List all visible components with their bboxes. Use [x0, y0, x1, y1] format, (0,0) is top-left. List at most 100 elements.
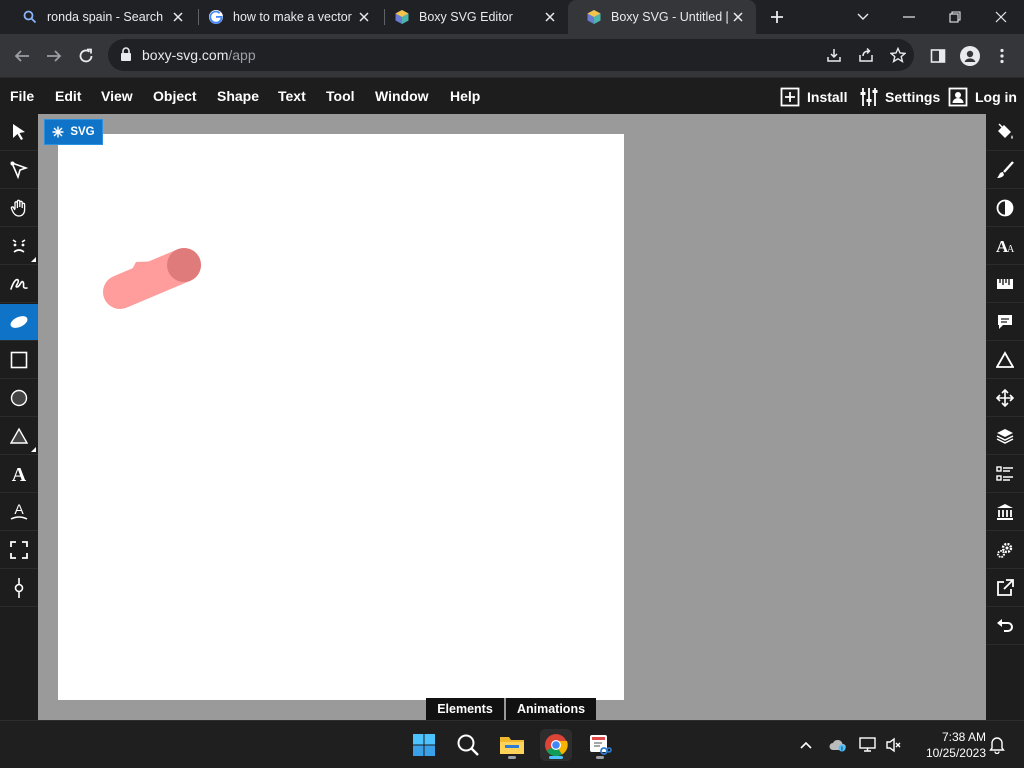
- panel-defs[interactable]: [986, 532, 1024, 569]
- panel-fill[interactable]: [986, 114, 1024, 151]
- install-app-icon[interactable]: [824, 45, 844, 65]
- forward-button[interactable]: [40, 42, 68, 70]
- panel-stroke[interactable]: [986, 152, 1024, 189]
- menu-view[interactable]: View: [101, 88, 133, 104]
- panel-export[interactable]: [986, 570, 1024, 607]
- tool-text[interactable]: A: [0, 456, 38, 493]
- panel-transform[interactable]: [986, 380, 1024, 417]
- snipping-tool-button[interactable]: [584, 729, 616, 761]
- chevron-up-icon: [800, 741, 812, 749]
- menu-file[interactable]: File: [10, 88, 34, 104]
- crop-icon: [10, 541, 28, 559]
- minimize-button[interactable]: [886, 0, 932, 34]
- close-icon[interactable]: [728, 7, 748, 27]
- reload-button[interactable]: [72, 42, 100, 70]
- address-bar[interactable]: boxy-svg.com/app: [108, 39, 914, 71]
- settings-button[interactable]: Settings: [860, 78, 940, 115]
- close-window-button[interactable]: [978, 0, 1024, 34]
- snipping-tool-icon: [590, 735, 612, 755]
- google-icon: [208, 9, 224, 25]
- close-icon[interactable]: [168, 7, 188, 27]
- arrow-right-icon: [47, 50, 62, 62]
- chevron-down-icon: [857, 13, 869, 20]
- login-button[interactable]: Log in: [948, 78, 1017, 115]
- running-indicator: [596, 756, 604, 759]
- edit-arrow-icon: [10, 161, 28, 179]
- typography-icon: AA: [996, 237, 1015, 255]
- search-icon: [457, 734, 479, 756]
- library-icon: [997, 504, 1013, 520]
- svg-text:A: A: [14, 502, 24, 517]
- tool-circle[interactable]: [0, 380, 38, 417]
- profile-button[interactable]: [956, 42, 984, 70]
- taskbar-search-button[interactable]: [452, 729, 484, 761]
- chrome-taskbar-button[interactable]: [540, 729, 572, 761]
- left-toolbar: A A: [0, 114, 38, 720]
- restore-button[interactable]: [932, 0, 978, 34]
- onedrive-tray-icon[interactable]: i: [829, 736, 847, 754]
- tool-pan[interactable]: [0, 190, 38, 227]
- browser-menu-button[interactable]: [988, 42, 1016, 70]
- start-button[interactable]: [408, 729, 440, 761]
- panel-geometry[interactable]: [986, 266, 1024, 303]
- install-button[interactable]: Install: [780, 78, 847, 115]
- menu-help[interactable]: Help: [450, 88, 480, 104]
- tab-elements[interactable]: Elements: [426, 698, 504, 720]
- artboard-badge[interactable]: SVG: [44, 119, 103, 145]
- panel-shape[interactable]: [986, 342, 1024, 379]
- display-tray-icon[interactable]: [859, 736, 877, 754]
- panel-history[interactable]: [986, 608, 1024, 645]
- volume-tray-icon[interactable]: [885, 736, 903, 754]
- panel-library[interactable]: [986, 494, 1024, 531]
- panel-comments[interactable]: [986, 304, 1024, 341]
- star-icon[interactable]: [888, 45, 908, 65]
- canvas-workspace[interactable]: SVG Elements Animations: [38, 114, 986, 720]
- menu-text[interactable]: Text: [278, 88, 306, 104]
- tab-search-button[interactable]: [840, 0, 886, 34]
- tool-rectangle[interactable]: [0, 342, 38, 379]
- tool-edit[interactable]: [0, 152, 38, 189]
- browser-tab-search[interactable]: ronda spain - Search: [4, 0, 196, 34]
- tool-ellipse-brush[interactable]: [0, 304, 38, 341]
- browser-tab-boxy-untitled[interactable]: Boxy SVG - Untitled [Ed: [568, 0, 756, 34]
- menu-shape[interactable]: Shape: [217, 88, 259, 104]
- menu-tool[interactable]: Tool: [326, 88, 355, 104]
- back-button[interactable]: [8, 42, 36, 70]
- tool-selection[interactable]: [0, 114, 38, 151]
- speaker-muted-icon: [886, 737, 901, 753]
- side-panel-button[interactable]: [924, 42, 952, 70]
- tool-freehand[interactable]: [0, 266, 38, 303]
- panel-typography[interactable]: AA: [986, 228, 1024, 265]
- browser-tab-boxy-editor[interactable]: Boxy SVG Editor: [376, 0, 568, 34]
- kebab-menu-icon: [1000, 48, 1004, 64]
- undo-icon: [997, 619, 1013, 632]
- drawing-canvas[interactable]: [58, 134, 624, 700]
- tab-animations[interactable]: Animations: [506, 698, 596, 720]
- tool-text-path[interactable]: A: [0, 494, 38, 531]
- system-clock[interactable]: 7:38 AM 10/25/2023: [916, 729, 986, 761]
- menu-edit[interactable]: Edit: [55, 88, 81, 104]
- close-icon[interactable]: [540, 7, 560, 27]
- tool-gradient[interactable]: [0, 570, 38, 607]
- lock-icon[interactable]: [120, 47, 132, 66]
- monitor-icon: [859, 737, 876, 752]
- tool-crop[interactable]: [0, 532, 38, 569]
- browser-tab-google[interactable]: how to make a vector i: [190, 0, 382, 34]
- menu-window[interactable]: Window: [375, 88, 429, 104]
- contrast-icon: [996, 199, 1014, 217]
- panel-layers[interactable]: [986, 418, 1024, 455]
- panel-elements[interactable]: [986, 456, 1024, 493]
- tool-face[interactable]: [0, 228, 38, 265]
- close-icon[interactable]: [354, 7, 374, 27]
- selection-arrow-icon: [13, 124, 25, 140]
- share-icon[interactable]: [856, 45, 876, 65]
- file-explorer-button[interactable]: [496, 729, 528, 761]
- tool-polygon[interactable]: [0, 418, 38, 455]
- artboard[interactable]: [58, 134, 624, 700]
- panel-compositing[interactable]: [986, 190, 1024, 227]
- notifications-button[interactable]: [988, 736, 1006, 754]
- profile-icon: [960, 46, 980, 66]
- new-tab-button[interactable]: [764, 5, 790, 29]
- menu-object[interactable]: Object: [153, 88, 197, 104]
- show-hidden-icons-button[interactable]: [797, 736, 815, 754]
